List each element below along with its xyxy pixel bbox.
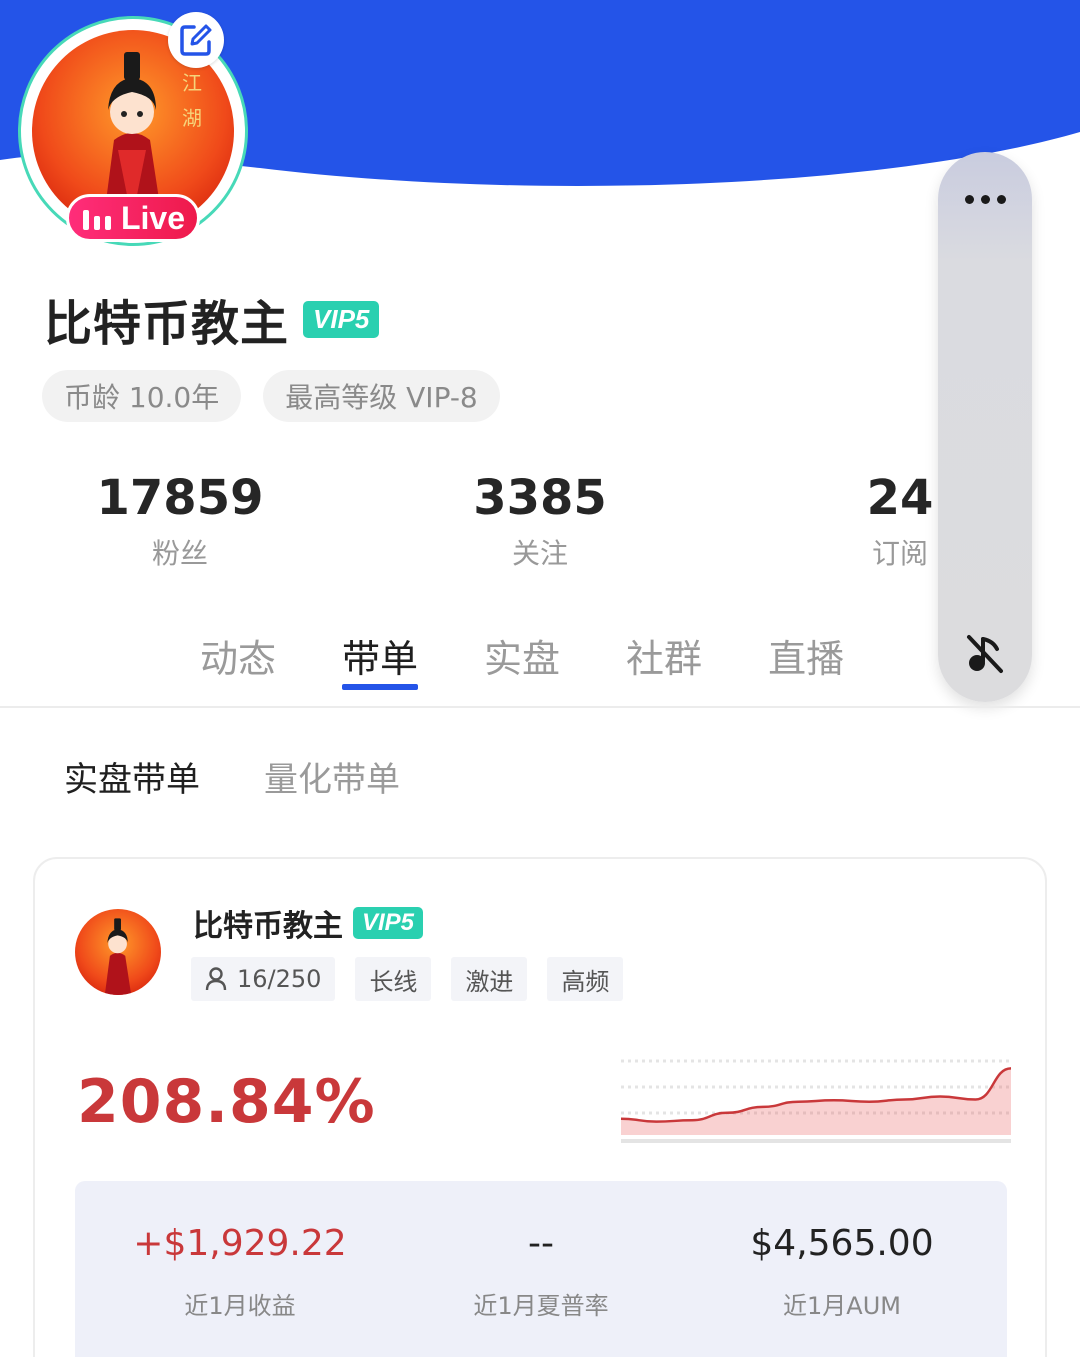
style-tag: 激进 [451,957,528,1001]
tabs-divider [0,706,1080,708]
trader-card[interactable]: 比特币教主 VIP5 16/250 长线 激进 高频 208.84% +$1,9… [33,857,1047,1357]
roi-sparkline [621,1059,1011,1143]
more-button[interactable] [938,174,1032,224]
metric-value: $4,565.00 [750,1223,934,1264]
tab-community[interactable]: 社群 [626,628,702,684]
profile-name: 比特币教主 [44,296,290,352]
card-vip-badge: VIP5 [353,907,424,939]
live-label: Live [120,199,186,236]
metric-value: +$1,929.22 [133,1223,347,1264]
copiers-count: 16/250 [237,965,322,993]
copiers-count-tag: 16/250 [191,957,336,1001]
card-name-row: 比特币教主 VIP5 [193,901,424,945]
metric-label: 近1月收益 [184,1292,296,1320]
metric-value: -- [528,1223,554,1264]
floating-action-pill [938,152,1032,702]
metric-aum: $4,565.00 近1月AUM [687,1223,997,1321]
metric-label: 近1月夏普率 [473,1292,609,1320]
tab-live-account[interactable]: 实盘 [484,628,560,684]
stat-label: 粉丝 [151,537,208,570]
edit-icon [180,24,212,56]
mute-button[interactable] [938,626,1032,682]
tab-copy-trading[interactable]: 带单 [342,628,419,690]
sub-tabs: 实盘带单 量化带单 [64,752,400,801]
metric-label: 近1月AUM [783,1292,901,1320]
metrics-panel: +$1,929.22 近1月收益 -- 近1月夏普率 $4,565.00 近1月… [75,1181,1007,1357]
card-trader-name: 比特币教主 [193,909,343,944]
svg-text:江: 江 [182,71,202,95]
stat-label: 关注 [511,537,568,570]
more-icon [964,194,1006,204]
card-tags: 16/250 长线 激进 高频 [191,957,624,1001]
subtab-real-copy[interactable]: 实盘带单 [64,752,200,801]
metric-monthly-profit: +$1,929.22 近1月收益 [85,1223,395,1321]
stat-value: 24 [866,470,934,526]
roi-value: 208.84% [77,1067,376,1137]
mute-icon [967,635,1003,673]
svg-text:湖: 湖 [182,106,202,130]
stat-following[interactable]: 3385 关注 [420,470,660,572]
vip-badge: VIP5 [303,300,380,338]
stat-value: 17859 [96,470,264,526]
metric-sharpe-ratio: -- 近1月夏普率 [386,1223,696,1321]
stat-label: 订阅 [871,537,928,570]
user-icon [205,967,227,991]
stat-followers[interactable]: 17859 粉丝 [60,470,300,572]
profile-tags: 币龄 10.0年 最高等级 VIP-8 [42,370,500,422]
tab-feed[interactable]: 动态 [200,628,276,684]
style-tag: 高频 [547,957,624,1001]
card-avatar [75,909,161,995]
tab-livestream[interactable]: 直播 [768,628,844,684]
stat-subscriptions[interactable]: 24 订阅 [780,470,1020,572]
profile-avatar[interactable]: 江 湖 Live [18,12,248,246]
style-tag: 长线 [355,957,432,1001]
live-badge[interactable]: Live [66,194,200,242]
max-level-tag: 最高等级 VIP-8 [263,370,500,422]
edit-profile-button[interactable] [168,12,224,68]
main-tabs: 动态 带单 实盘 社群 直播 [200,628,844,690]
subtab-quant-copy[interactable]: 量化带单 [264,752,400,801]
stat-value: 3385 [473,470,607,526]
coin-age-tag: 币龄 10.0年 [42,370,242,422]
profile-name-row: 比特币教主 VIP5 [44,284,380,354]
live-bars-icon [82,210,111,230]
